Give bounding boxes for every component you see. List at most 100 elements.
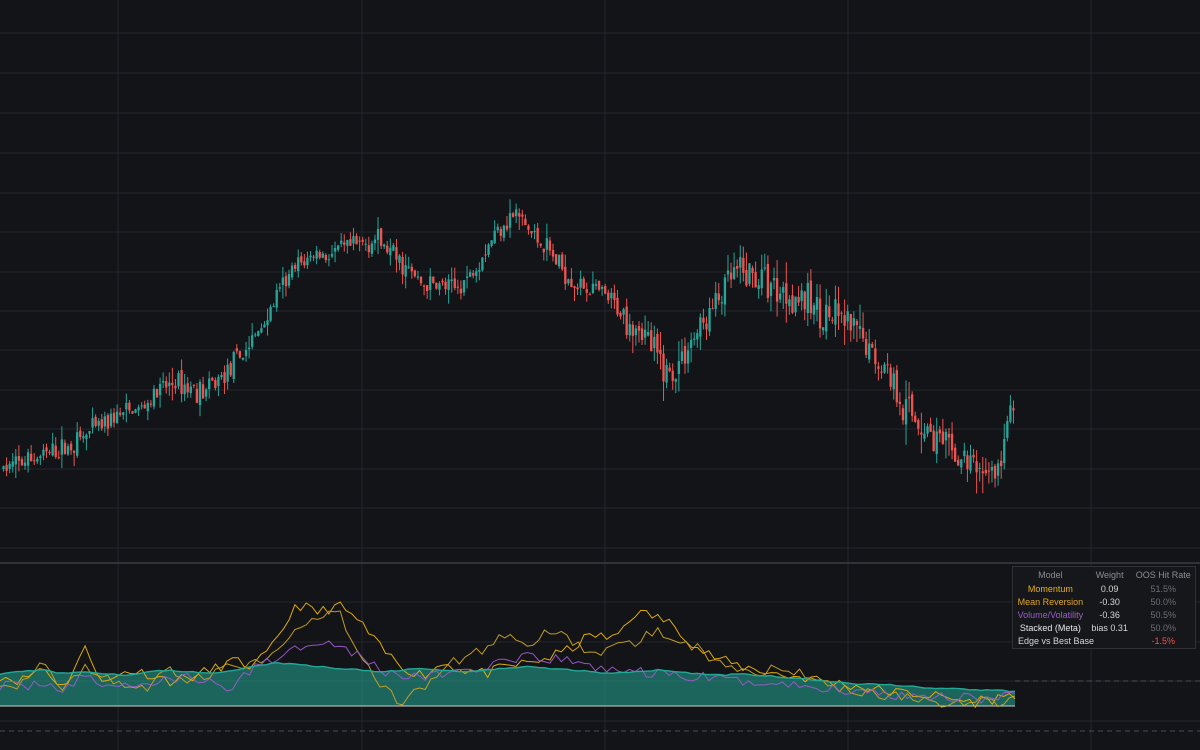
candle-body	[969, 455, 972, 471]
candle-body	[306, 257, 309, 266]
candle-body	[815, 297, 819, 310]
candle-body	[321, 253, 324, 258]
candle-body	[837, 303, 840, 317]
candle-body	[809, 280, 813, 314]
candle-body	[155, 388, 159, 398]
candle-body	[616, 297, 619, 315]
candle-body	[204, 389, 208, 397]
candle-body	[94, 416, 97, 427]
candle-body	[659, 349, 662, 355]
candle-body	[481, 257, 484, 271]
candle-body	[186, 383, 189, 393]
candle-body	[861, 328, 865, 339]
candle-body	[963, 450, 966, 457]
candle-body	[404, 265, 407, 277]
candle-body	[662, 353, 665, 382]
candle-body	[208, 378, 211, 390]
candle-body	[993, 465, 997, 479]
legend-model-momentum: Momentum	[1027, 583, 1073, 594]
candle-body	[251, 335, 254, 347]
candle-body	[929, 423, 932, 432]
legend-row-mean-reversion: Mean Reversion -0.30 50.0%	[1013, 595, 1195, 608]
legend-row-volume-volatility: Volume/Volatility -0.36 50.5%	[1013, 608, 1195, 621]
candle-body	[20, 459, 24, 466]
candle-body	[693, 338, 696, 340]
candle-body	[119, 412, 122, 415]
candle-body	[696, 333, 699, 340]
candle-body	[953, 447, 957, 462]
candle-body	[567, 279, 570, 284]
candle-body	[324, 254, 328, 261]
candle-body	[554, 254, 558, 265]
candle-body	[634, 328, 638, 336]
candle-body	[435, 282, 438, 289]
legend-model-stacked: Stacked (Meta)	[1019, 622, 1081, 633]
candle-body	[791, 295, 794, 313]
candle-body	[745, 269, 748, 286]
candle-body	[987, 470, 991, 472]
candle-body	[60, 439, 64, 455]
candle-body	[600, 286, 604, 289]
candle-body	[122, 412, 125, 415]
candle-body	[754, 272, 757, 288]
candle-body	[846, 311, 849, 322]
candle-body	[401, 256, 404, 275]
candle-body	[1009, 405, 1012, 422]
candle-body	[432, 276, 435, 283]
candle-body	[386, 245, 389, 253]
candle-body	[907, 396, 911, 399]
candle-body	[85, 434, 88, 440]
candle-body	[346, 240, 349, 246]
candle-body	[858, 326, 862, 329]
candle-body	[103, 416, 107, 427]
candle-body	[975, 461, 978, 473]
candle-body	[373, 239, 377, 244]
candle-body	[398, 255, 401, 263]
candle-body	[376, 229, 380, 240]
candle-body	[557, 254, 561, 267]
candle-body	[736, 265, 739, 269]
candle-body	[834, 299, 837, 325]
candle-body	[508, 213, 512, 228]
candle-body	[656, 333, 659, 353]
candle-body	[708, 307, 711, 332]
legend-header-row: Model Weight OOS Hit Rate	[1013, 567, 1195, 582]
candle-body	[880, 371, 883, 373]
candle-body	[818, 298, 822, 329]
candle-body	[889, 367, 892, 387]
candle-body	[680, 351, 684, 361]
candle-body	[42, 449, 45, 456]
candle-body	[935, 431, 938, 455]
legend-hit-stacked: 50.0%	[1150, 622, 1176, 633]
candle-body	[938, 429, 941, 434]
model-weights-legend: Model Weight OOS Hit Rate Momentum 0.09 …	[1012, 566, 1196, 649]
candle-body	[109, 413, 113, 427]
legend-header-hit: OOS Hit Rate	[1135, 570, 1191, 580]
candle-body	[143, 404, 146, 409]
candle-body	[576, 287, 579, 290]
candle-body	[1000, 460, 1003, 467]
candle-body	[11, 461, 14, 467]
candle-body	[29, 453, 33, 462]
candle-body	[211, 377, 214, 381]
candle-body	[932, 430, 935, 452]
candle-body	[69, 443, 73, 451]
candle-body	[960, 459, 963, 468]
candle-body	[794, 296, 797, 313]
candle-body	[561, 254, 564, 270]
candle-body	[828, 306, 831, 318]
candle-body	[177, 373, 180, 387]
candle-body	[831, 319, 834, 321]
candle-body	[511, 213, 515, 217]
legend-weight-mean-reversion: -0.30	[1099, 596, 1120, 607]
candle-body	[195, 388, 199, 403]
candle-body	[742, 257, 745, 273]
candle-body	[257, 331, 260, 337]
candle-body	[367, 245, 370, 253]
price-candles	[2, 199, 1015, 494]
candle-body	[689, 339, 693, 348]
candle-body	[926, 426, 929, 434]
candle-body	[923, 433, 926, 439]
candle-body	[524, 218, 527, 226]
candle-body	[864, 339, 868, 355]
